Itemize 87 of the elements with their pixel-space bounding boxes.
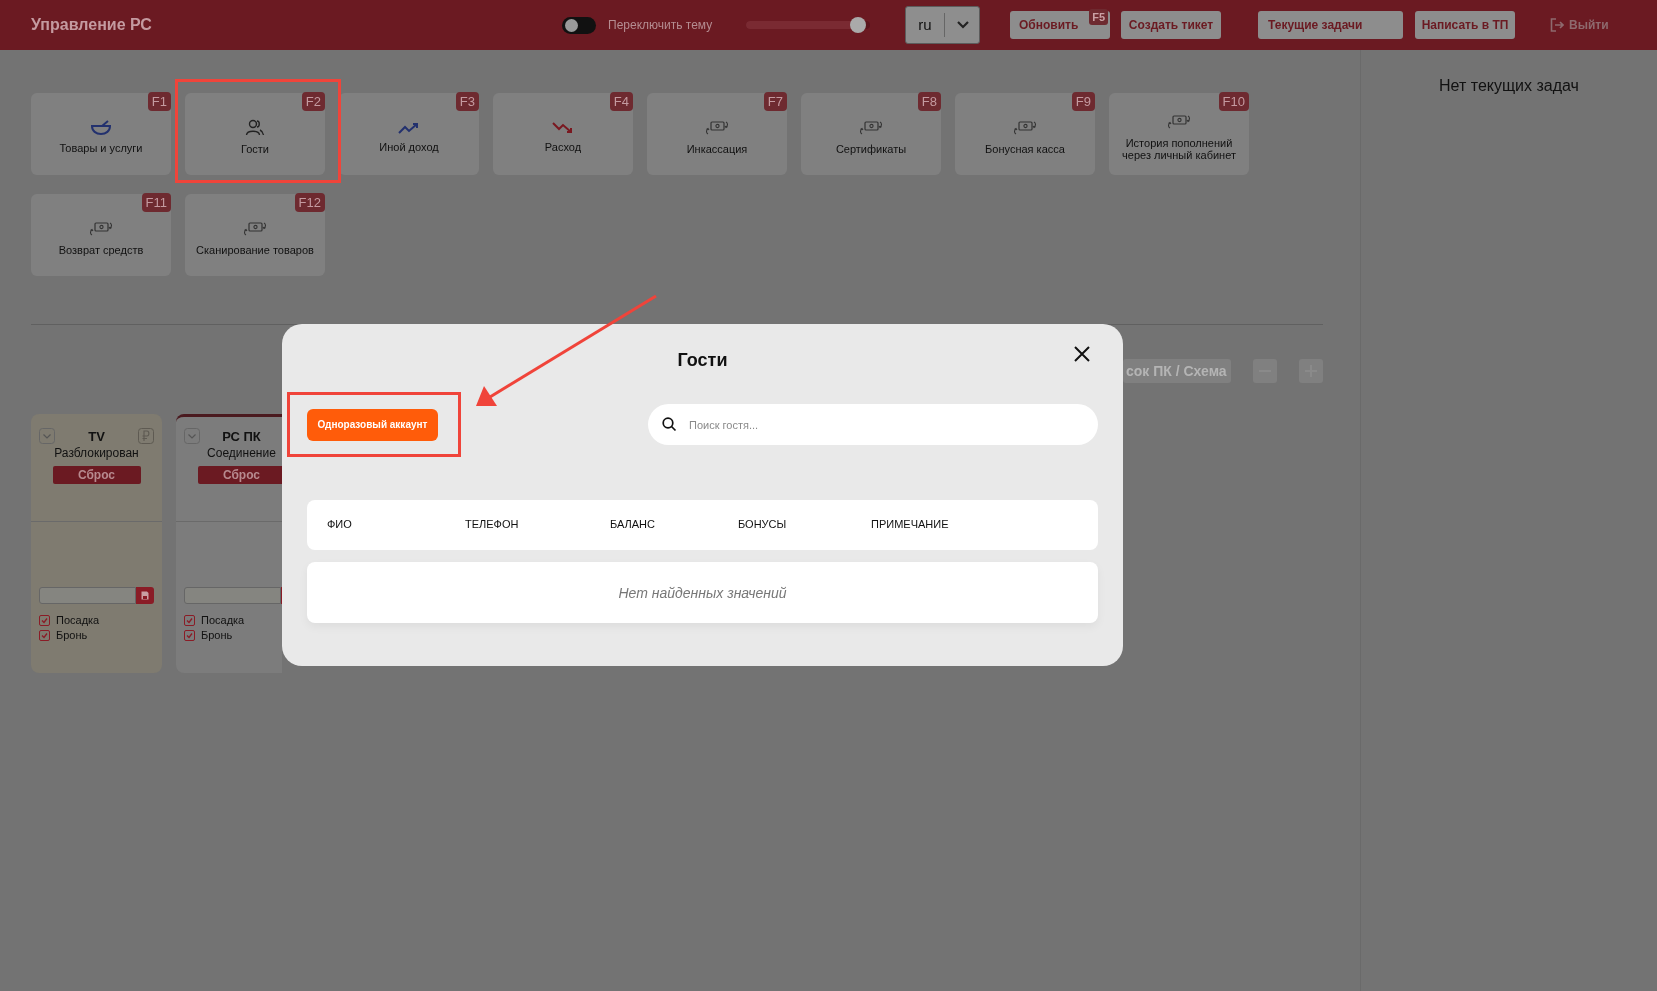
tile-label: Сканирование товаров [196, 244, 314, 256]
banknote-icon [1012, 119, 1038, 137]
checkbox[interactable] [184, 614, 195, 626]
logout-icon [1550, 18, 1564, 32]
column-header: ПРИМЕЧАНИЕ [871, 518, 949, 530]
chevron-down-icon[interactable] [39, 428, 55, 444]
checkbox[interactable] [184, 629, 195, 641]
action-tile[interactable]: F1 Товары и услуги [31, 93, 171, 175]
slider-thumb[interactable] [849, 17, 866, 33]
action-tile[interactable]: F11 Возврат средств [31, 194, 171, 276]
dialog-title: Гости [677, 349, 728, 371]
search-icon [662, 417, 677, 432]
action-tile[interactable]: F7 Инкассация [647, 93, 787, 175]
checkbox[interactable] [39, 629, 50, 641]
one-time-account-button[interactable]: Одноразовый аккаунт [307, 408, 438, 441]
hotkey-badge: F7 [763, 92, 787, 111]
hotkey-badge: F9 [1071, 92, 1095, 111]
tasks-empty-text: Нет текущих задач [1439, 77, 1579, 95]
tile-label: Возврат средств [58, 244, 144, 256]
column-header: БОНУСЫ [738, 518, 787, 530]
hotkey-badge: F8 [917, 92, 941, 111]
tile-label: Иной доход [379, 141, 439, 153]
banknote-icon [1166, 113, 1192, 131]
banknote-icon [704, 119, 730, 137]
action-tile[interactable]: F4 Расход [493, 93, 633, 175]
checkbox-label: Бронь [56, 629, 88, 641]
action-tile[interactable]: F10 История пополнений через личный кабинет [1109, 93, 1249, 175]
checkbox-label: Посадка [56, 614, 100, 626]
app-title: Управление РС [31, 16, 152, 33]
tile-label: Товары и услуги [59, 142, 143, 154]
hotkey-badge: F11 [141, 193, 171, 212]
action-tile[interactable]: F8 Сертификаты [801, 93, 941, 175]
pc-name: РС ПК [222, 428, 261, 444]
checkbox-label: Посадка [201, 614, 245, 626]
save-button[interactable] [136, 587, 154, 604]
hotkey-badge: F4 [609, 92, 633, 111]
header-button[interactable]: Создать тикет [1121, 11, 1221, 39]
empty-message: Нет найденных значений [618, 584, 787, 601]
trend-up-icon [398, 121, 420, 135]
logout-button[interactable]: Выйти [1550, 18, 1609, 32]
column-header: ТЕЛЕФОН [465, 518, 519, 530]
chevron-down-icon [956, 20, 970, 30]
header-button[interactable]: Обновить F5 [1010, 11, 1110, 39]
ruble-icon [138, 428, 154, 444]
input-field[interactable] [39, 587, 136, 604]
close-icon [1074, 346, 1090, 362]
header-button[interactable]: Текущие задачи [1258, 11, 1403, 39]
action-tile[interactable]: F12 Сканирование товаров [185, 194, 325, 276]
tile-label: Инкассация [686, 143, 748, 155]
tile-label: Сертификаты [835, 143, 907, 155]
input-field[interactable] [184, 587, 281, 604]
header-button[interactable]: Написать в ТП [1415, 11, 1515, 39]
tile-label: Бонусная касса [985, 143, 1065, 155]
language-select[interactable]: ru [905, 6, 980, 44]
action-tile[interactable]: F9 Бонусная касса [955, 93, 1095, 175]
theme-toggle[interactable] [562, 16, 596, 34]
checkbox-label: Бронь [201, 629, 233, 641]
tile-label: Гости [241, 143, 269, 155]
action-tile[interactable]: F3 Иной доход [339, 93, 479, 175]
hotkey-badge: F12 [294, 193, 325, 212]
hotkey-badge: F2 [301, 92, 325, 111]
theme-toggle-label: Переключить тему [608, 18, 713, 32]
reset-button[interactable]: Сброс [52, 466, 141, 484]
pc-status: Соединение [207, 446, 276, 460]
floppy-icon [141, 591, 149, 600]
people-icon [245, 119, 265, 137]
hotkey-badge: F1 [147, 92, 171, 111]
pc-status: Разблокирован [54, 446, 139, 460]
column-header: ФИО [327, 518, 352, 530]
banknote-icon [88, 220, 114, 238]
pc-name: TV [88, 428, 105, 444]
hotkey-badge: F3 [455, 92, 479, 111]
action-tile[interactable]: F2 Гости [185, 93, 325, 175]
trend-down-icon [552, 121, 574, 135]
checkbox[interactable] [39, 614, 50, 626]
banknote-icon [242, 220, 268, 238]
tile-label: Расход [544, 141, 582, 153]
tile-label: История пополнений через личный кабинет [1121, 137, 1237, 161]
reset-button[interactable]: Сброс [197, 466, 282, 484]
close-button[interactable] [1074, 346, 1090, 362]
search-field[interactable]: Поиск гостя... [648, 404, 1098, 445]
hotkey-badge: F10 [1218, 92, 1249, 111]
chevron-down-icon[interactable] [184, 428, 200, 444]
bowl-icon [90, 120, 112, 136]
hotkey-badge: F5 [1089, 9, 1108, 25]
column-header: БАЛАНС [610, 518, 655, 530]
banknote-icon [858, 119, 884, 137]
